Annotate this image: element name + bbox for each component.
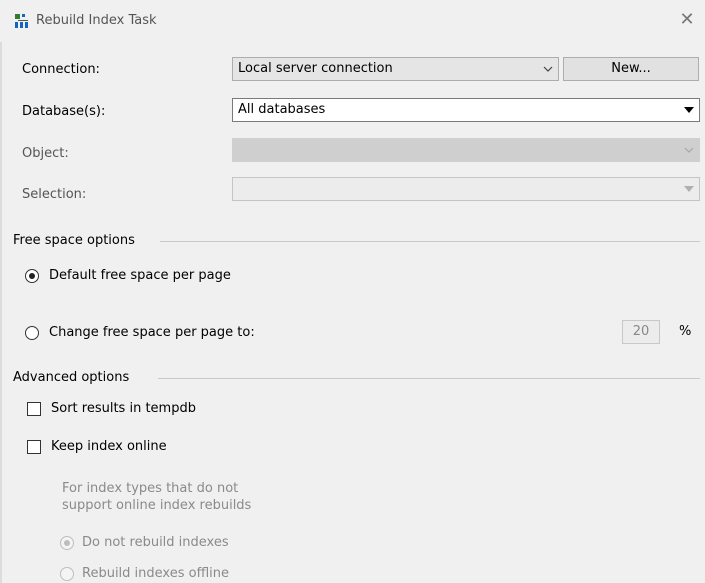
keep-online-checkbox[interactable] — [27, 440, 41, 454]
databases-select[interactable]: All databases — [232, 98, 700, 122]
chevron-down-icon — [538, 58, 558, 80]
free-space-divider — [160, 241, 700, 242]
rebuild-offline-label: Rebuild indexes offline — [82, 566, 229, 581]
change-free-space-label: Change free space per page to: — [49, 325, 255, 340]
object-label: Object: — [22, 146, 69, 161]
databases-label: Database(s): — [22, 104, 106, 119]
chevron-down-icon — [679, 139, 699, 161]
free-space-group-title: Free space options — [13, 233, 135, 248]
rebuild-offline-radio[interactable] — [60, 567, 74, 581]
sort-tempdb-label: Sort results in tempdb — [51, 401, 196, 416]
rebuild-index-icon — [14, 13, 32, 29]
dropdown-arrow-icon — [679, 178, 699, 200]
do-not-rebuild-radio[interactable] — [60, 536, 74, 550]
connection-label: Connection: — [22, 62, 100, 77]
keep-online-label: Keep index online — [51, 439, 167, 454]
sort-tempdb-checkbox[interactable] — [27, 402, 41, 416]
left-border — [0, 42, 2, 583]
object-select[interactable] — [232, 138, 700, 162]
close-icon[interactable]: ✕ — [677, 10, 697, 30]
default-free-space-radio[interactable] — [25, 269, 39, 283]
window-title: Rebuild Index Task — [36, 13, 157, 28]
databases-value: All databases — [238, 102, 326, 117]
advanced-group-title: Advanced options — [13, 370, 130, 385]
default-free-space-label: Default free space per page — [49, 268, 231, 283]
connection-value: Local server connection — [238, 61, 393, 76]
selection-label: Selection: — [22, 187, 87, 202]
connection-select[interactable]: Local server connection — [232, 57, 559, 81]
percent-unit: % — [679, 324, 692, 339]
selection-select[interactable] — [232, 177, 700, 201]
online-note-line2: support online index rebuilds — [62, 498, 252, 513]
online-note-line1: For index types that do not — [62, 481, 239, 496]
advanced-divider — [158, 378, 700, 379]
free-space-percent-input[interactable]: 20 — [622, 320, 660, 344]
change-free-space-radio[interactable] — [25, 326, 39, 340]
do-not-rebuild-label: Do not rebuild indexes — [82, 535, 229, 550]
dropdown-arrow-icon — [679, 99, 699, 121]
new-connection-button[interactable]: New... — [563, 57, 699, 81]
